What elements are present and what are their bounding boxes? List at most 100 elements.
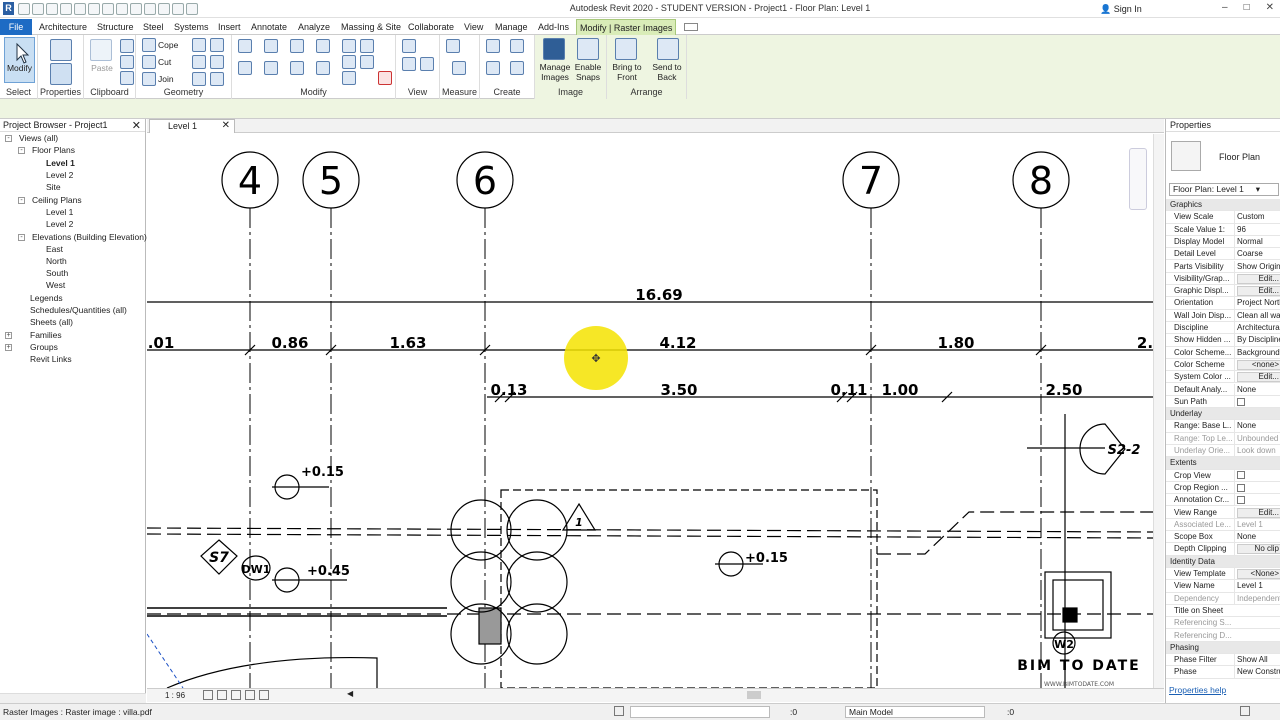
edit-button[interactable]: Edit... bbox=[1237, 507, 1280, 518]
tree-item-sheets[interactable]: Sheets (all) bbox=[30, 317, 73, 327]
edit-button[interactable]: Edit... bbox=[1237, 286, 1280, 297]
sun-path-icon[interactable] bbox=[231, 690, 241, 700]
visual-style-icon[interactable] bbox=[217, 690, 227, 700]
properties-icon[interactable] bbox=[50, 63, 72, 85]
tree-item-site[interactable]: Site bbox=[46, 182, 61, 192]
property-value[interactable]: <none> bbox=[1234, 358, 1280, 371]
shadows-icon[interactable] bbox=[245, 690, 255, 700]
property-value[interactable] bbox=[1234, 481, 1280, 494]
revit-logo-icon[interactable]: R bbox=[3, 2, 14, 15]
send-to-back-label[interactable]: Send to Back bbox=[649, 62, 685, 82]
type-properties-icon[interactable] bbox=[50, 39, 72, 61]
collapse-icon[interactable]: - bbox=[18, 197, 25, 204]
minimize-icon[interactable]: – bbox=[1222, 2, 1228, 13]
checkbox[interactable] bbox=[1237, 471, 1245, 480]
checkbox[interactable] bbox=[1237, 397, 1245, 406]
property-value[interactable] bbox=[1234, 469, 1280, 481]
enable-snaps-icon[interactable] bbox=[577, 38, 599, 60]
property-value[interactable]: Edit... bbox=[1234, 506, 1280, 518]
hide-element-icon[interactable] bbox=[420, 57, 434, 71]
cut-label[interactable]: Cut bbox=[158, 57, 171, 67]
dimension-icon[interactable] bbox=[116, 3, 128, 15]
paste-icon[interactable] bbox=[90, 39, 112, 61]
property-value[interactable]: Independent bbox=[1234, 592, 1280, 604]
property-value[interactable]: No clip bbox=[1234, 543, 1280, 555]
match-properties-icon[interactable] bbox=[120, 71, 134, 85]
property-value[interactable]: None bbox=[1234, 383, 1280, 395]
join-label[interactable]: Join bbox=[158, 74, 174, 84]
tab-file[interactable]: File bbox=[0, 19, 32, 35]
detail-level-icon[interactable] bbox=[203, 690, 213, 700]
geometry-tool-icon-4[interactable] bbox=[210, 55, 224, 69]
enable-snaps-label[interactable]: Enable Snaps bbox=[571, 62, 605, 82]
property-row[interactable]: Referencing D... bbox=[1166, 630, 1280, 642]
property-row[interactable]: View Range Edit... bbox=[1166, 506, 1280, 519]
tree-item-floor-level-1[interactable]: Level 1 bbox=[46, 158, 75, 168]
property-row[interactable]: Scale Value 1: 96 bbox=[1166, 223, 1280, 236]
worksets-icon[interactable] bbox=[614, 706, 624, 716]
join-icon[interactable] bbox=[142, 72, 156, 86]
property-row[interactable]: Show Hidden ... By Discipline bbox=[1166, 334, 1280, 347]
property-row[interactable]: Visibility/Grap... Edit... bbox=[1166, 272, 1280, 286]
property-row[interactable]: Dependency Independent bbox=[1166, 592, 1280, 605]
property-value[interactable]: Project North bbox=[1234, 297, 1280, 309]
property-row[interactable]: Parts Visibility Show Original bbox=[1166, 260, 1280, 273]
tree-item-ceiling-level-2[interactable]: Level 2 bbox=[46, 219, 73, 229]
tree-item-ceiling-plans[interactable]: Ceiling Plans bbox=[32, 195, 82, 205]
array-icon[interactable] bbox=[360, 39, 374, 53]
modify-button[interactable]: Modify bbox=[4, 37, 35, 83]
browser-horizontal-scrollbar[interactable] bbox=[0, 693, 146, 703]
instance-selector[interactable]: Floor Plan: Level 1 ▾ bbox=[1169, 183, 1279, 196]
tab-modify-raster-images[interactable]: Modify | Raster Images bbox=[576, 19, 677, 35]
property-row[interactable]: Phase New Construction bbox=[1166, 666, 1280, 679]
tab-structure[interactable]: Structure bbox=[94, 19, 137, 35]
property-value[interactable]: Edit... bbox=[1234, 285, 1280, 297]
tree-item-ceiling-level-1[interactable]: Level 1 bbox=[46, 207, 73, 217]
property-value[interactable]: None bbox=[1234, 531, 1280, 543]
workset-dropdown[interactable] bbox=[630, 706, 770, 718]
tree-item-revit-links[interactable]: Revit Links bbox=[30, 354, 72, 364]
property-value[interactable]: Custom bbox=[1234, 211, 1280, 223]
property-row[interactable]: Scope Box None bbox=[1166, 531, 1280, 544]
trim-extend-icon[interactable] bbox=[316, 61, 330, 75]
geometry-tool-icon-1[interactable] bbox=[192, 38, 206, 52]
edit-button[interactable]: Edit... bbox=[1237, 273, 1280, 284]
tab-massing-site[interactable]: Massing & Site bbox=[338, 19, 404, 35]
manage-images-icon[interactable] bbox=[543, 38, 565, 60]
expand-icon[interactable]: + bbox=[5, 332, 12, 339]
property-value[interactable]: By Discipline bbox=[1234, 334, 1280, 346]
property-value[interactable]: Clean all wall bbox=[1234, 309, 1280, 321]
property-row[interactable]: Crop View bbox=[1166, 469, 1280, 482]
tab-options-icon[interactable] bbox=[684, 23, 698, 31]
filter-icon[interactable] bbox=[1240, 706, 1250, 716]
property-value[interactable]: Edit... bbox=[1234, 272, 1280, 285]
close-icon[interactable]: ✕ bbox=[132, 119, 141, 132]
geometry-tool-icon-6[interactable] bbox=[210, 72, 224, 86]
property-value[interactable]: Architectural bbox=[1234, 322, 1280, 334]
type-selector[interactable]: Floor Plan bbox=[1169, 137, 1279, 179]
switch-windows-icon[interactable] bbox=[186, 3, 198, 15]
property-row[interactable]: Color Scheme... Background bbox=[1166, 346, 1280, 359]
sign-in-link[interactable]: 👤 Sign In bbox=[1100, 4, 1142, 15]
mirror-pick-axis-icon[interactable] bbox=[290, 39, 304, 53]
tab-annotate[interactable]: Annotate bbox=[248, 19, 290, 35]
send-to-back-icon[interactable] bbox=[657, 38, 679, 60]
collapse-icon[interactable]: - bbox=[18, 147, 25, 154]
tab-systems[interactable]: Systems bbox=[171, 19, 212, 35]
property-value[interactable]: Background bbox=[1234, 346, 1280, 358]
tree-item-south[interactable]: South bbox=[46, 268, 68, 278]
tab-insert[interactable]: Insert bbox=[215, 19, 244, 35]
property-row[interactable]: Orientation Project North bbox=[1166, 297, 1280, 310]
close-icon[interactable]: ✕ bbox=[1266, 2, 1274, 13]
edit-button[interactable]: No clip bbox=[1237, 544, 1280, 555]
design-option-dropdown[interactable]: Main Model bbox=[845, 706, 985, 718]
sync-icon[interactable] bbox=[46, 3, 58, 15]
property-value[interactable]: Edit... bbox=[1234, 371, 1280, 383]
cut-scissors-icon[interactable] bbox=[120, 39, 134, 53]
property-value[interactable]: New Construction bbox=[1234, 666, 1280, 678]
tab-view[interactable]: View bbox=[461, 19, 486, 35]
tree-item-floor-level-2[interactable]: Level 2 bbox=[46, 170, 73, 180]
tree-item-legends[interactable]: Legends bbox=[30, 293, 63, 303]
property-row[interactable]: Title on Sheet bbox=[1166, 605, 1280, 618]
tab-collaborate[interactable]: Collaborate bbox=[405, 19, 457, 35]
